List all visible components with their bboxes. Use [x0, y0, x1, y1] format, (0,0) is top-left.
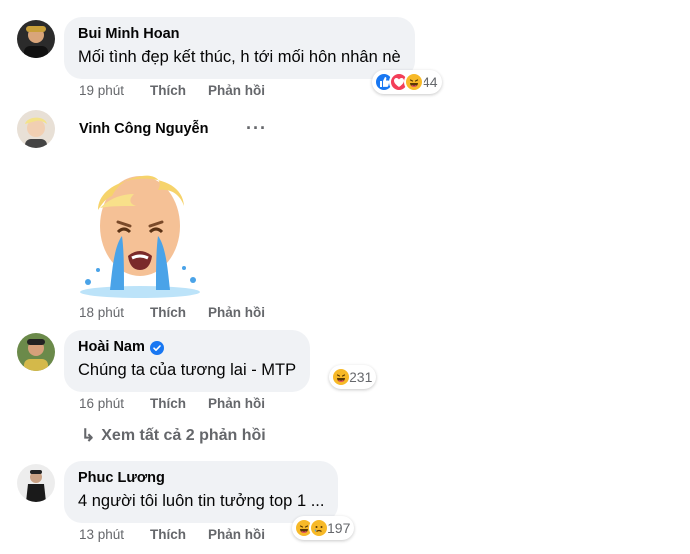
comment-actions: 19 phút Thích Phản hồi: [79, 83, 265, 98]
comment-bubble: Hoài Nam Chúng ta của tương lai - MTP: [64, 330, 311, 392]
verified-badge-icon: [149, 340, 164, 355]
reaction-count: 197: [327, 520, 351, 536]
view-all-replies-link[interactable]: ↳ Xem tất cả 2 phản hồi: [81, 426, 266, 446]
reply-button[interactable]: Phản hồi: [208, 527, 265, 542]
author-name[interactable]: Bui Minh Hoan: [78, 25, 401, 44]
comment-actions: 13 phút Thích Phản hồi: [79, 527, 265, 542]
comment-text: Mối tình đẹp kết thúc, h tới mối hôn nhâ…: [78, 48, 401, 66]
haha-icon: [404, 72, 424, 92]
comment-text: Chúng ta của tương lai - MTP: [78, 361, 297, 379]
avatar[interactable]: [17, 20, 55, 58]
like-button[interactable]: Thích: [150, 305, 208, 320]
more-options-icon[interactable]: ···: [246, 118, 267, 139]
view-replies-label: Xem tất cả 2 phản hồi: [101, 427, 266, 444]
avatar[interactable]: [17, 464, 55, 502]
reply-button[interactable]: Phản hồi: [208, 305, 265, 320]
avatar[interactable]: [17, 110, 55, 148]
comment-actions: 18 phút Thích Phản hồi: [79, 305, 265, 320]
reactions-summary[interactable]: 231: [329, 365, 377, 389]
sad-icon: [309, 518, 329, 538]
author-name[interactable]: Hoài Nam: [78, 338, 296, 357]
comment-text: 4 người tôi luôn tin tưởng top 1 ...: [78, 492, 325, 510]
crying-face-sticker: [78, 160, 203, 300]
reactions-summary[interactable]: 197: [292, 516, 355, 540]
reply-button[interactable]: Phản hồi: [208, 83, 265, 98]
comment-actions: 16 phút Thích Phản hồi: [79, 396, 265, 411]
comment-bubble: Bui Minh Hoan Mối tình đẹp kết thúc, h t…: [64, 17, 415, 79]
timestamp[interactable]: 13 phút: [79, 527, 150, 542]
avatar[interactable]: [17, 333, 55, 371]
timestamp[interactable]: 19 phút: [79, 83, 150, 98]
author-name[interactable]: Phuc Lương: [78, 469, 324, 488]
author-name[interactable]: Vinh Công Nguyễn: [79, 120, 208, 139]
reactions-summary[interactable]: 44: [372, 70, 442, 94]
timestamp[interactable]: 16 phút: [79, 396, 150, 411]
timestamp[interactable]: 18 phút: [79, 305, 150, 320]
comment-bubble: Phuc Lương 4 người tôi luôn tin tưởng to…: [64, 461, 339, 523]
reply-button[interactable]: Phản hồi: [208, 396, 265, 411]
author-name-text: Hoài Nam: [78, 339, 145, 355]
like-button[interactable]: Thích: [150, 396, 208, 411]
like-button[interactable]: Thích: [150, 527, 208, 542]
like-button[interactable]: Thích: [150, 83, 208, 98]
reaction-count: 44: [422, 74, 438, 90]
reply-arrow-icon: ↳: [81, 426, 96, 445]
reaction-count: 231: [349, 369, 373, 385]
haha-icon: [331, 367, 351, 387]
